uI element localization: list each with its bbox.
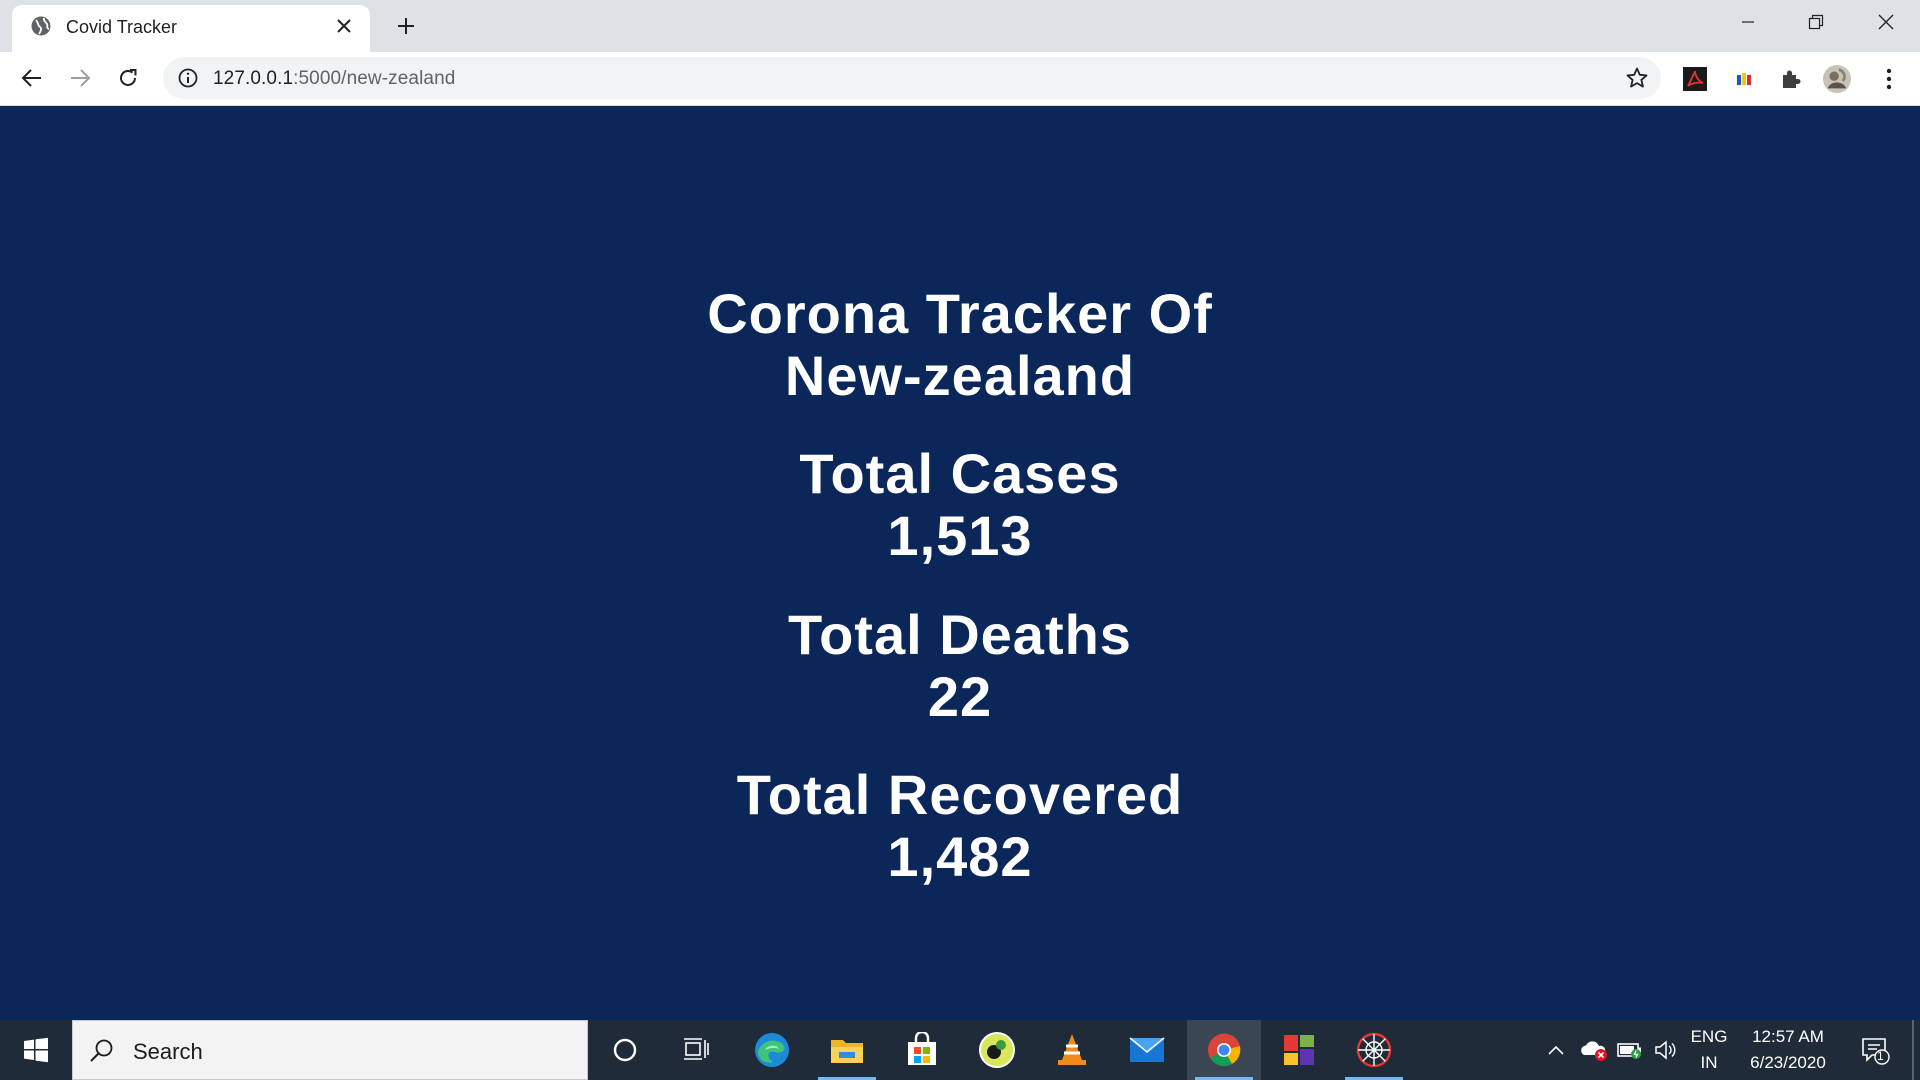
taskbar-search-box[interactable]: Search [72,1020,588,1080]
action-center-button[interactable]: 1 [1852,1020,1898,1080]
taskbar-app-green[interactable] [960,1020,1034,1080]
back-button[interactable] [16,62,48,94]
forward-button[interactable] [64,62,96,94]
reload-icon [120,69,137,86]
total-recovered-value: 1,482 [887,825,1033,888]
taskbar-mail[interactable] [1110,1020,1184,1080]
restore-icon [1808,14,1824,30]
taskbar-file-explorer[interactable] [810,1020,884,1080]
back-arrow-icon [21,69,41,87]
colored-blocks-icon [1284,1035,1314,1065]
total-deaths-stat: Total Deaths 22 [0,604,1920,728]
browser-tab-strip: Covid Tracker [0,0,1920,52]
taskbar-app-blocks[interactable] [1262,1020,1336,1080]
total-recovered-label: Total Recovered [736,763,1184,826]
volume-control[interactable] [1648,1020,1684,1080]
total-cases-label: Total Cases [799,442,1121,505]
language-code: ENG [1690,1027,1728,1046]
chevron-up-icon [1548,1045,1564,1055]
taskbar-edge[interactable] [735,1020,809,1080]
pdf-extension-icon[interactable] [1680,64,1710,94]
battery-charging-icon [1617,1043,1641,1059]
forward-arrow-icon [71,69,91,87]
task-view-icon [684,1038,709,1060]
minimize-button[interactable] [1714,0,1782,44]
url-host: 127.0.0.1 [213,68,294,89]
taskbar-store[interactable] [885,1020,959,1080]
onedrive-status[interactable] [1576,1020,1612,1080]
address-bar[interactable]: 127.0.0.1:5000/new-zealand [163,57,1661,99]
edge-icon [755,1033,789,1067]
windows-taskbar: Search ENG IN 12:57 AM 6/23/2020 1 [0,1020,1920,1080]
taskbar-chrome[interactable] [1187,1020,1261,1080]
reload-button[interactable] [112,62,144,94]
green-circle-app-icon [979,1032,1015,1068]
clock-date: 6/23/2020 [1750,1053,1826,1072]
tab-title: Covid Tracker [66,17,178,37]
cortana-button[interactable] [588,1020,662,1080]
search-placeholder: Search [133,1039,203,1064]
clock-time: 12:57 AM [1752,1027,1824,1046]
search-icon [90,1039,113,1062]
task-view-button[interactable] [660,1020,734,1080]
show-hidden-icons-button[interactable] [1540,1020,1572,1080]
speaker-icon [1655,1040,1676,1060]
notification-count-badge: 1 [1877,1049,1884,1063]
notification-icon [1862,1038,1890,1065]
page-title-line-2: New-zealand [784,344,1136,407]
browser-menu-button[interactable] [1874,64,1904,94]
restore-button[interactable] [1782,0,1850,44]
cortana-circle-icon [613,1038,637,1062]
color-extension-icon[interactable] [1729,64,1759,94]
total-cases-value: 1,513 [887,504,1033,567]
bookmark-star-icon[interactable] [1625,66,1649,90]
battery-status[interactable] [1612,1020,1648,1080]
language-indicator: ENG IN [1691,1024,1728,1076]
total-cases-stat: Total Cases 1,513 [0,443,1920,567]
browser-tab[interactable]: Covid Tracker [12,5,370,52]
close-icon [1878,14,1894,30]
clock-display: 12:57 AM 6/23/2020 [1750,1024,1826,1076]
more-vertical-icon [1886,68,1892,90]
language-region: IN [1700,1053,1718,1072]
clock[interactable]: 12:57 AM 6/23/2020 [1738,1020,1838,1080]
taskbar-vlc[interactable] [1035,1020,1109,1080]
browser-toolbar: 127.0.0.1:5000/new-zealand [0,52,1920,106]
mail-envelope-icon [1129,1037,1165,1062]
windows-logo-icon [24,1037,48,1063]
taskbar-app-web[interactable] [1337,1020,1411,1080]
total-deaths-value: 22 [927,665,993,728]
vlc-cone-icon [1058,1034,1086,1065]
profile-avatar[interactable] [1822,64,1852,94]
total-recovered-stat: Total Recovered 1,482 [0,764,1920,888]
new-tab-button[interactable] [390,10,422,42]
input-language-indicator[interactable]: ENG IN [1686,1020,1732,1080]
page-title-line-1: Corona Tracker Of [707,282,1213,345]
close-window-button[interactable] [1852,0,1920,44]
plus-icon [398,18,414,34]
store-bag-icon [908,1032,936,1065]
close-tab-icon[interactable] [332,14,356,38]
cloud-error-icon [1581,1041,1607,1061]
spider-web-icon [1356,1032,1392,1068]
page-title: Corona Tracker Of New-zealand [0,283,1920,407]
chrome-icon [1208,1033,1241,1067]
start-button[interactable] [0,1020,72,1080]
extensions-puzzle-icon[interactable] [1776,64,1806,94]
url-path: :5000/new-zealand [293,68,456,89]
minimize-icon [1742,21,1754,23]
url-text[interactable]: 127.0.0.1:5000/new-zealand [213,68,455,90]
page-content: Corona Tracker Of New-zealand Total Case… [0,106,1920,1020]
show-desktop-button[interactable] [1912,1020,1914,1080]
total-deaths-label: Total Deaths [788,603,1132,666]
info-icon[interactable] [177,67,199,89]
globe-icon [31,16,51,36]
folder-icon [831,1040,863,1063]
